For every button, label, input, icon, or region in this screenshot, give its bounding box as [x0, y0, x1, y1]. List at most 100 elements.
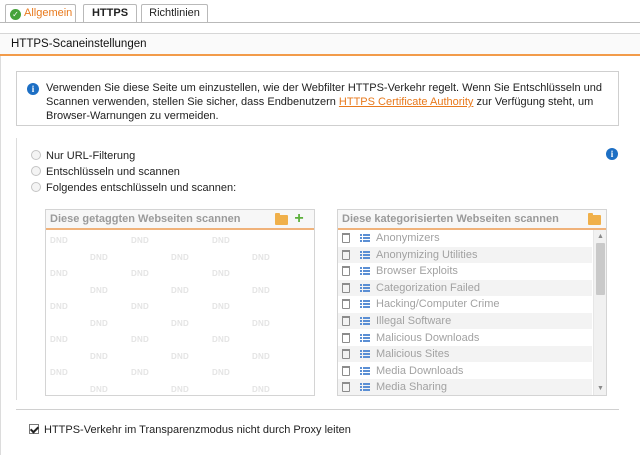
dnd-placeholder: DND	[252, 384, 270, 394]
tab-policies[interactable]: Richtlinien	[141, 4, 208, 23]
category-label: Categorization Failed	[376, 281, 480, 294]
list-icon	[360, 234, 370, 242]
dnd-placeholder: DND	[131, 335, 149, 344]
scroll-down-icon[interactable]: ▼	[596, 384, 605, 393]
dnd-placeholder: DND	[171, 252, 189, 262]
list-icon	[360, 300, 370, 309]
list-item[interactable]: Anonymizers	[338, 230, 592, 246]
dnd-placeholder: DND	[131, 302, 149, 311]
list-item[interactable]: Malicious Downloads	[338, 330, 592, 346]
divider	[16, 409, 619, 410]
bypass-proxy-option[interactable]: HTTPS-Verkehr im Transparenzmodus nicht …	[29, 423, 351, 437]
category-label: Hacking/Computer Crime	[376, 298, 500, 311]
dnd-placeholder: DND	[252, 351, 270, 361]
radio-button[interactable]	[31, 166, 41, 176]
dnd-placeholder: DND	[90, 318, 108, 328]
dnd-placeholder: DND	[50, 236, 68, 245]
dnd-placeholder: DND	[50, 269, 68, 278]
list-item[interactable]: Media Sharing	[338, 379, 592, 395]
trash-icon[interactable]	[342, 332, 350, 343]
check-icon: ✓	[10, 9, 21, 20]
section-title: HTTPS-Scaneinstellungen	[0, 33, 640, 56]
info-text: Verwenden Sie diese Seite um einzustelle…	[46, 81, 614, 123]
panel-title: Diese kategorisierten Webseiten scannen	[342, 213, 559, 225]
trash-icon[interactable]	[342, 349, 350, 360]
trash-icon[interactable]	[342, 316, 350, 326]
dnd-placeholder: DND	[212, 236, 230, 245]
radio-decrypt-following[interactable]: Folgendes entschlüsseln und scannen:	[31, 181, 236, 195]
dnd-placeholder: DND	[90, 384, 108, 394]
list-icon	[360, 383, 370, 392]
panel-header: Diese kategorisierten Webseiten scannen	[338, 210, 606, 230]
scrollbar[interactable]: ▲ ▼	[593, 230, 606, 395]
list-icon	[360, 350, 370, 359]
tab-bar: ✓ Allgemein HTTPS Richtlinien	[0, 0, 640, 23]
category-label: Media Downloads	[376, 364, 464, 377]
ca-link[interactable]: HTTPS Certificate Authority	[339, 96, 474, 108]
dnd-placeholder: DND	[252, 285, 270, 295]
category-label: Illegal Software	[376, 315, 452, 327]
scroll-up-icon[interactable]: ▲	[596, 232, 605, 241]
trash-icon[interactable]	[342, 266, 350, 277]
scroll-thumb[interactable]	[596, 243, 605, 295]
drop-zone[interactable]: DND DND DND DND DND DND DND DND DND DND DND DND DND D…	[46, 230, 314, 395]
list-item[interactable]: Hacking/Computer Crime	[338, 296, 592, 312]
list-item[interactable]: Malicious Sites	[338, 346, 592, 363]
category-label: Media Sharing	[376, 381, 447, 394]
dnd-placeholder: DND	[131, 368, 149, 377]
radio-button[interactable]	[31, 150, 41, 160]
tab-general[interactable]: ✓ Allgemein	[5, 4, 76, 23]
dnd-placeholder: DND	[50, 302, 68, 311]
list-item[interactable]: Anonymizing Utilities	[338, 246, 592, 263]
list-icon	[360, 317, 370, 325]
trash-icon[interactable]	[342, 249, 350, 260]
dnd-placeholder: DND	[50, 335, 68, 344]
dnd-placeholder: DND	[171, 318, 189, 328]
list-icon	[360, 267, 370, 276]
trash-icon[interactable]	[342, 299, 350, 310]
radio-label: Entschlüsseln und scannen	[46, 166, 180, 178]
category-label: Malicious Downloads	[376, 331, 480, 344]
category-list: Anonymizers Anonymizing Utilities Browser …	[338, 230, 606, 395]
add-icon[interactable]: +	[293, 211, 305, 227]
radio-decrypt-scan[interactable]: Entschlüsseln und scannen	[31, 165, 180, 179]
bypass-proxy-checkbox[interactable]	[29, 424, 39, 434]
dnd-placeholder: DND	[171, 384, 189, 394]
dnd-placeholder: DND	[131, 269, 149, 278]
radio-url-filtering[interactable]: Nur URL-Filterung	[31, 149, 135, 163]
list-item[interactable]: Categorization Failed	[338, 279, 592, 296]
tab-https-label: HTTPS	[91, 7, 129, 19]
list-item[interactable]: Browser Exploits	[338, 263, 592, 279]
dnd-placeholder: DND	[90, 351, 108, 361]
trash-icon[interactable]	[342, 382, 350, 393]
list-icon	[360, 283, 370, 292]
trash-icon[interactable]	[342, 233, 350, 243]
category-label: Anonymizers	[376, 232, 440, 244]
dnd-placeholder: DND	[212, 368, 230, 377]
dnd-placeholder: DND	[171, 351, 189, 361]
category-label: Anonymizing Utilities	[376, 248, 478, 261]
dnd-placeholder: DND	[50, 368, 68, 377]
radio-button[interactable]	[31, 182, 41, 192]
list-item[interactable]: Media Downloads	[338, 363, 592, 379]
info-icon[interactable]: i	[606, 148, 618, 160]
dnd-placeholder: DND	[90, 285, 108, 295]
list-item[interactable]: Illegal Software	[338, 313, 592, 329]
info-box: i Verwenden Sie diese Seite um einzustel…	[16, 71, 619, 126]
list-icon	[360, 366, 370, 375]
tab-divider	[0, 22, 640, 23]
list-icon	[360, 333, 370, 342]
tab-general-label: Allgemein	[24, 7, 73, 19]
radio-label: Nur URL-Filterung	[46, 150, 136, 162]
info-icon: i	[27, 83, 39, 95]
content-frame-edge	[0, 56, 1, 455]
checkbox-label: HTTPS-Verkehr im Transparenzmodus nicht …	[44, 424, 351, 436]
tab-https[interactable]: HTTPS	[83, 4, 137, 23]
category-label: Malicious Sites	[376, 348, 450, 361]
trash-icon[interactable]	[342, 282, 350, 293]
trash-icon[interactable]	[342, 365, 350, 376]
radio-label: Folgendes entschlüsseln und scannen:	[46, 182, 237, 194]
folder-icon[interactable]	[275, 213, 288, 225]
dnd-placeholder: DND	[90, 252, 108, 262]
folder-icon[interactable]	[588, 213, 601, 225]
